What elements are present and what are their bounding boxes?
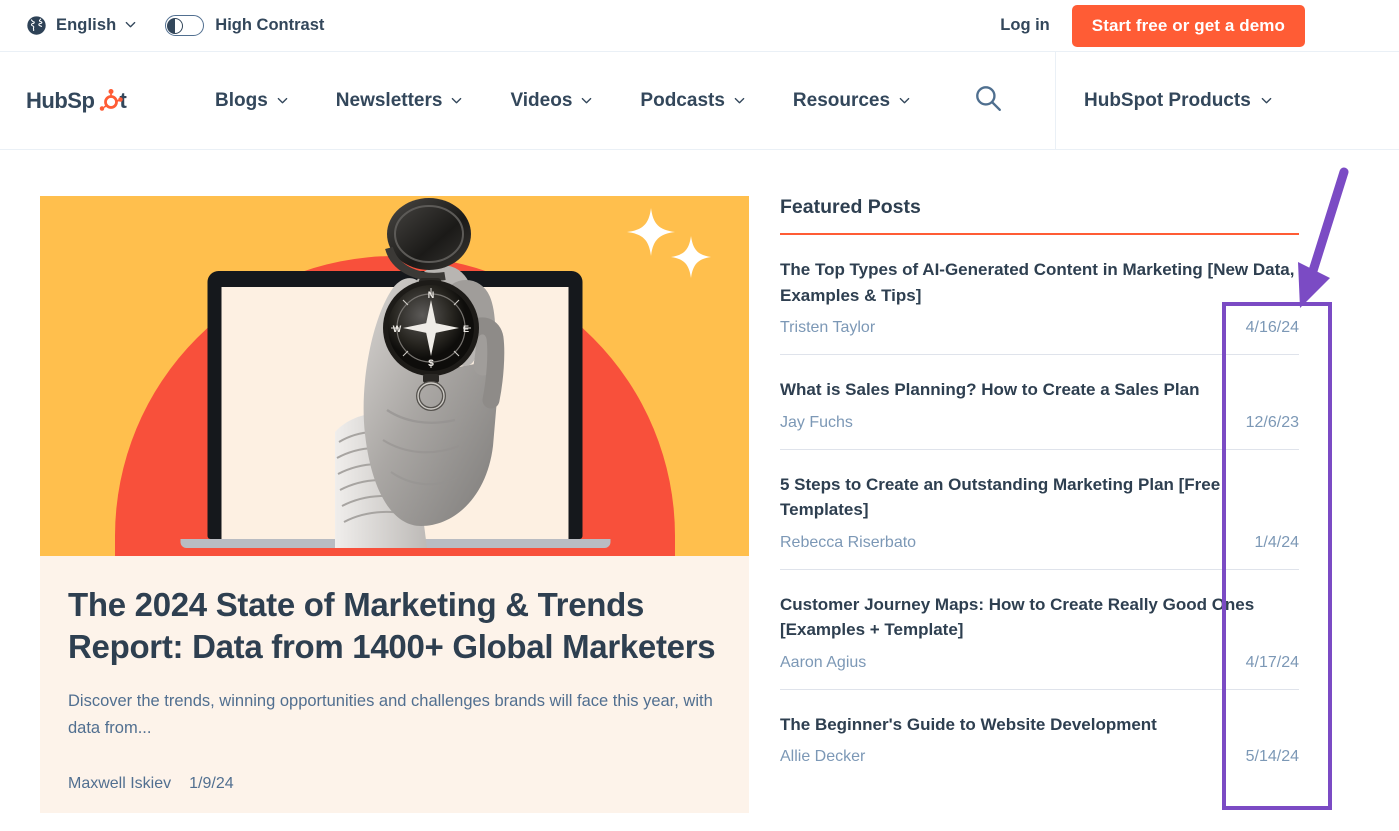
post-author[interactable]: Tristen Taylor — [780, 319, 875, 337]
contrast-toggle-icon — [165, 15, 205, 36]
featured-post-item: The Beginner's Guide to Website Developm… — [780, 690, 1299, 784]
hand-compass-photo: N S W E — [335, 198, 505, 548]
post-author[interactable]: Rebecca Riserbato — [780, 534, 916, 552]
post-date: 5/14/24 — [1245, 748, 1299, 765]
featured-posts-heading: Featured Posts — [780, 196, 1299, 235]
svg-text:N: N — [428, 290, 435, 300]
chevron-down-icon — [125, 17, 136, 35]
hero-title[interactable]: The 2024 State of Marketing & Trends Rep… — [68, 584, 721, 667]
sparkle-icon — [627, 208, 711, 278]
hubspot-logo[interactable]: HubSp t — [26, 86, 142, 116]
nav-products-label: HubSpot Products — [1084, 89, 1251, 111]
chevron-down-icon — [899, 90, 910, 112]
chevron-down-icon — [451, 90, 462, 112]
post-title[interactable]: The Beginner's Guide to Website Developm… — [780, 712, 1299, 738]
nav-item-blogs[interactable]: Blogs — [191, 90, 312, 112]
page-root: English High Contrast Log in Start free … — [0, 0, 1399, 831]
hero-author[interactable]: Maxwell Iskiev — [68, 775, 171, 793]
search-button[interactable] — [964, 77, 1012, 125]
chevron-down-icon — [734, 90, 745, 112]
post-date: 1/4/24 — [1254, 533, 1299, 551]
featured-post-item: Customer Journey Maps: How to Create Rea… — [780, 570, 1299, 690]
hero-text-block: The 2024 State of Marketing & Trends Rep… — [40, 556, 749, 793]
login-link[interactable]: Log in — [1000, 16, 1049, 35]
globe-icon — [26, 15, 47, 36]
featured-article-card[interactable]: N S W E The 2024 State of Marketing & Tren… — [40, 196, 749, 813]
chevron-down-icon — [277, 90, 288, 112]
hero-image: N S W E — [40, 196, 749, 556]
nav-item-podcasts[interactable]: Podcasts — [616, 90, 768, 112]
post-title[interactable]: What is Sales Planning? How to Create a … — [780, 377, 1299, 403]
language-selector[interactable]: English — [26, 15, 136, 36]
nav-item-videos[interactable]: Videos — [486, 90, 616, 112]
nav-item-label: Newsletters — [335, 89, 443, 111]
start-free-demo-button[interactable]: Start free or get a demo — [1071, 4, 1305, 47]
svg-text:E: E — [463, 324, 469, 334]
post-date: 12/6/23 — [1245, 413, 1299, 431]
post-author[interactable]: Allie Decker — [780, 748, 865, 766]
post-title[interactable]: 5 Steps to Create an Outstanding Marketi… — [780, 472, 1299, 523]
nav-item-label: Blogs — [215, 89, 268, 111]
chevron-down-icon — [581, 90, 592, 112]
nav-item-label: Podcasts — [640, 89, 725, 111]
post-title[interactable]: Customer Journey Maps: How to Create Rea… — [780, 592, 1299, 643]
hero-description: Discover the trends, winning opportuniti… — [68, 692, 713, 738]
post-meta: Tristen Taylor 4/16/24 — [780, 319, 1299, 337]
nav-item-resources[interactable]: Resources — [769, 90, 934, 112]
post-author[interactable]: Aaron Agius — [780, 654, 866, 672]
featured-post-item: What is Sales Planning? How to Create a … — [780, 355, 1299, 450]
hero-meta: Maxwell Iskiev 1/9/24 — [68, 775, 721, 793]
featured-posts-panel: Featured Posts The Top Types of AI-Gener… — [780, 196, 1299, 783]
high-contrast-label: High Contrast — [215, 16, 325, 34]
nav-item-label: Resources — [792, 89, 891, 111]
language-label: English — [56, 16, 117, 34]
nav-divider — [1055, 52, 1056, 150]
utility-right-group: Log in Start free or get a demo — [1000, 4, 1305, 47]
post-meta: Jay Fuchs 12/6/23 — [780, 414, 1299, 432]
hero-date: 1/9/24 — [189, 774, 234, 792]
main-navigation: HubSp t Blogs Newsletters Videos Podcast… — [0, 52, 1399, 150]
svg-text:HubSp: HubSp — [26, 88, 94, 113]
search-icon — [973, 83, 1003, 118]
nav-item-hubspot-products[interactable]: HubSpot Products — [1084, 90, 1272, 112]
nav-item-list: Blogs Newsletters Videos Podcasts Resour… — [191, 90, 934, 112]
chevron-down-icon — [1261, 90, 1272, 112]
post-title[interactable]: The Top Types of AI-Generated Content in… — [780, 257, 1299, 308]
featured-post-item: The Top Types of AI-Generated Content in… — [780, 235, 1299, 355]
post-meta: Aaron Agius 4/17/24 — [780, 654, 1299, 672]
post-author[interactable]: Jay Fuchs — [780, 414, 853, 432]
utility-bar: English High Contrast Log in Start free … — [0, 0, 1399, 52]
post-meta: Allie Decker 5/14/24 — [780, 748, 1299, 766]
post-meta: Rebecca Riserbato 1/4/24 — [780, 534, 1299, 552]
svg-text:W: W — [393, 324, 402, 334]
svg-text:S: S — [428, 358, 434, 368]
nav-item-label: Videos — [510, 89, 573, 111]
post-date: 4/17/24 — [1245, 653, 1299, 671]
featured-post-item: 5 Steps to Create an Outstanding Marketi… — [780, 450, 1299, 570]
nav-item-newsletters[interactable]: Newsletters — [312, 90, 487, 112]
post-date: 4/16/24 — [1245, 319, 1299, 336]
high-contrast-toggle[interactable]: High Contrast — [165, 15, 324, 36]
